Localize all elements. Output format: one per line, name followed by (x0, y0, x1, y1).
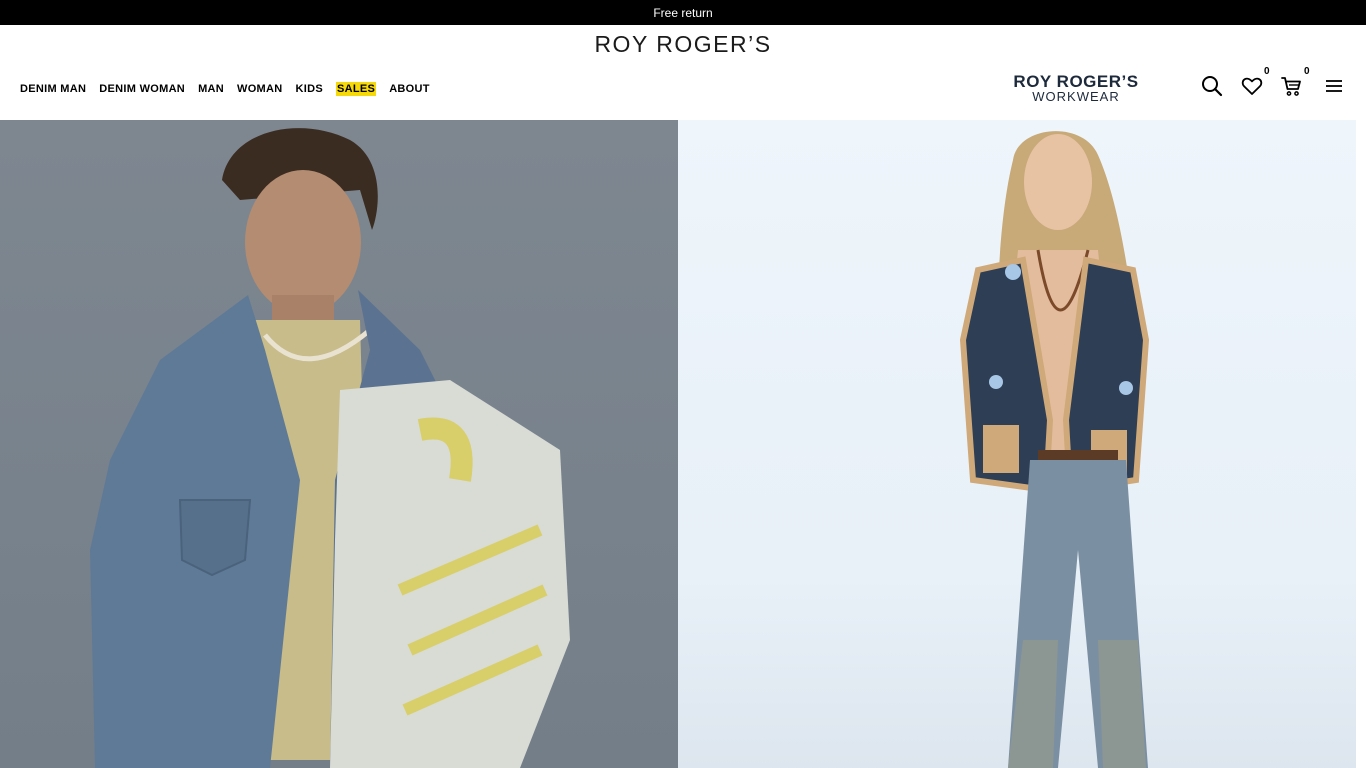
man-denim-jacket-photo[interactable] (0, 120, 678, 768)
cart-count-badge: 0 (1304, 66, 1310, 77)
wishlist-count-badge: 0 (1264, 66, 1270, 77)
announcement-bar: Free return (0, 0, 1366, 25)
header-actions: 0 0 (0, 66, 1366, 100)
cart-icon[interactable] (1280, 74, 1304, 98)
search-icon[interactable] (1200, 74, 1224, 98)
heart-icon[interactable] (1240, 74, 1264, 98)
hero-banner (0, 120, 1366, 768)
brand-logo[interactable]: ROY ROGER’S (0, 31, 1366, 58)
woman-denim-vest-photo[interactable] (678, 120, 1356, 768)
site-header: ROY ROGER’S DENIM MAN DENIM WOMAN MAN WO… (0, 25, 1366, 120)
hero-right-gutter (1356, 120, 1366, 768)
announcement-text: Free return (653, 5, 713, 20)
menu-icon[interactable] (1322, 74, 1346, 98)
